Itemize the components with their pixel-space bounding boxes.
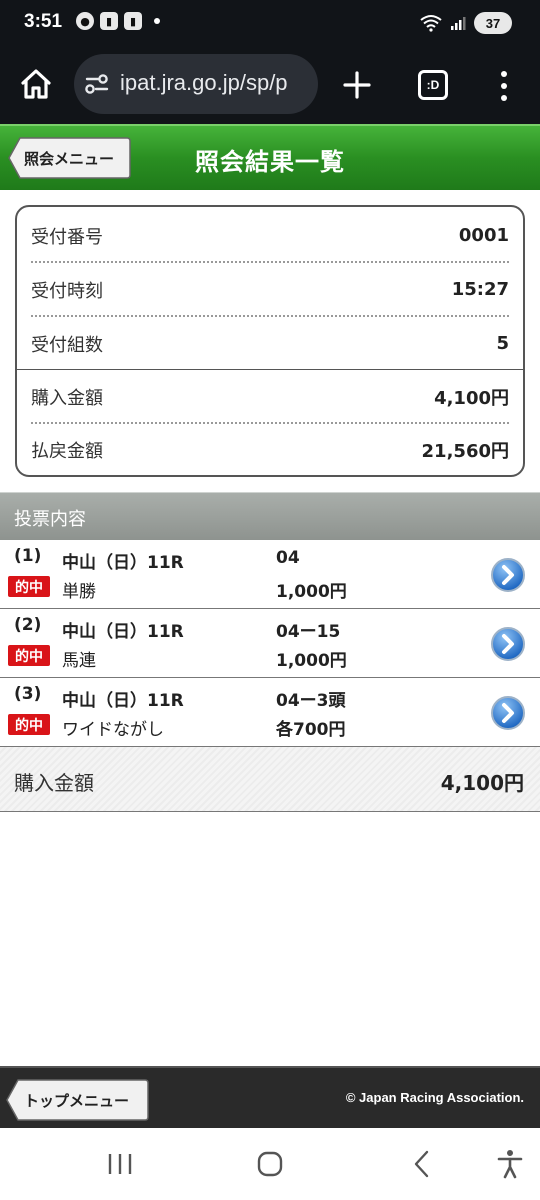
battery-indicator: 37 [474, 12, 512, 34]
total-label: 購入金額 [14, 771, 94, 795]
copyright-text: © Japan Racing Association. [345, 1090, 524, 1105]
vote-race: 中山（日）11R [62, 691, 184, 711]
url-text[interactable]: ipat.jra.go.jp/sp/p [120, 70, 312, 96]
notification-icon: ● [76, 12, 94, 30]
vote-combination: 04ー15 [276, 622, 341, 642]
tab-switcher-button[interactable]: :D [418, 70, 448, 100]
top-menu-button[interactable]: トップメニュー [6, 1078, 150, 1122]
section-title: 投票内容 [14, 509, 86, 530]
twitch-icon: ▮ [100, 12, 118, 30]
twitch-icon: ▮ [124, 12, 142, 30]
vote-number: (1) [14, 546, 42, 566]
home-icon[interactable] [18, 66, 54, 102]
top-menu-label: トップメニュー [24, 1092, 130, 1110]
detail-arrow-icon[interactable] [490, 557, 526, 593]
summary-row-purchase-amount: 購入金額 4,100円 [31, 370, 509, 423]
vote-combination: 04 [276, 548, 300, 568]
vote-amount: 1,000円 [276, 651, 347, 671]
vote-number: (3) [14, 684, 42, 704]
summary-value: 15:27 [451, 279, 509, 300]
vote-item[interactable]: (3) 的中 中山（日）11R ワイドながし 04ー3頭 各700円 [0, 678, 540, 747]
summary-label: 受付時刻 [31, 280, 103, 302]
vote-item[interactable]: (1) 的中 中山（日）11R 単勝 04 1,000円 [0, 540, 540, 609]
detail-arrow-icon[interactable] [490, 626, 526, 662]
summary-label: 受付組数 [31, 334, 103, 356]
purchase-total-row: 購入金額 4,100円 [0, 746, 540, 812]
more-notifications-dot [154, 18, 160, 24]
summary-value: 0001 [458, 225, 509, 246]
home-nav-icon[interactable] [254, 1148, 286, 1180]
hit-badge: 的中 [8, 714, 50, 735]
system-nav-bar [0, 1128, 540, 1200]
detail-arrow-icon[interactable] [490, 695, 526, 731]
page-header: 照会メニュー 照会結果一覧 [0, 124, 540, 190]
summary-row-payout-amount: 払戻金額 21,560円 [31, 423, 509, 476]
vote-amount: 各700円 [276, 720, 346, 740]
accessibility-icon[interactable] [494, 1148, 526, 1180]
summary-row-set-count: 受付組数 5 [31, 317, 509, 370]
notification-icons: ● ▮ ▮ [76, 12, 160, 30]
address-bar[interactable]: ipat.jra.go.jp/sp/p [74, 54, 318, 114]
status-time: 3:51 [24, 11, 63, 32]
hit-badge: 的中 [8, 645, 50, 666]
browser-toolbar: ipat.jra.go.jp/sp/p :D [0, 48, 540, 124]
recent-apps-icon[interactable] [104, 1148, 136, 1180]
summary-label: 購入金額 [31, 387, 103, 409]
summary-label: 受付番号 [31, 226, 103, 248]
vote-race: 中山（日）11R [62, 622, 184, 642]
back-nav-icon[interactable] [406, 1148, 438, 1180]
total-value: 4,100円 [440, 771, 524, 795]
summary-value: 21,560円 [421, 440, 509, 462]
summary-label: 払戻金額 [31, 440, 103, 462]
status-right: 37 [420, 12, 512, 34]
signal-icon [451, 17, 466, 30]
vote-bet-type: 馬連 [62, 651, 96, 671]
vote-number: (2) [14, 615, 42, 635]
summary-value: 4,100円 [434, 387, 509, 409]
vote-bet-type: ワイドながし [62, 720, 164, 740]
new-tab-icon[interactable] [340, 68, 374, 102]
summary-row-receipt-time: 受付時刻 15:27 [31, 263, 509, 316]
summary-value: 5 [496, 333, 509, 354]
vote-amount: 1,000円 [276, 582, 347, 602]
wifi-icon [420, 15, 442, 32]
status-bar: 3:51 ● ▮ ▮ 37 [0, 0, 540, 48]
vote-race: 中山（日）11R [62, 553, 184, 573]
vote-item[interactable]: (2) 的中 中山（日）11R 馬連 04ー15 1,000円 [0, 609, 540, 678]
summary-row-receipt-number: 受付番号 0001 [31, 209, 509, 262]
page-title: 照会結果一覧 [195, 148, 345, 176]
vote-combination: 04ー3頭 [276, 691, 346, 711]
site-settings-icon[interactable] [84, 72, 110, 96]
page-footer: トップメニュー © Japan Racing Association. [0, 1066, 540, 1128]
vote-bet-type: 単勝 [62, 582, 96, 602]
hit-badge: 的中 [8, 576, 50, 597]
more-menu-icon[interactable] [494, 68, 514, 104]
vote-section-header: 投票内容 [0, 492, 540, 540]
summary-card: 受付番号 0001 受付時刻 15:27 受付組数 5 購入金額 4,100円 … [15, 205, 525, 477]
